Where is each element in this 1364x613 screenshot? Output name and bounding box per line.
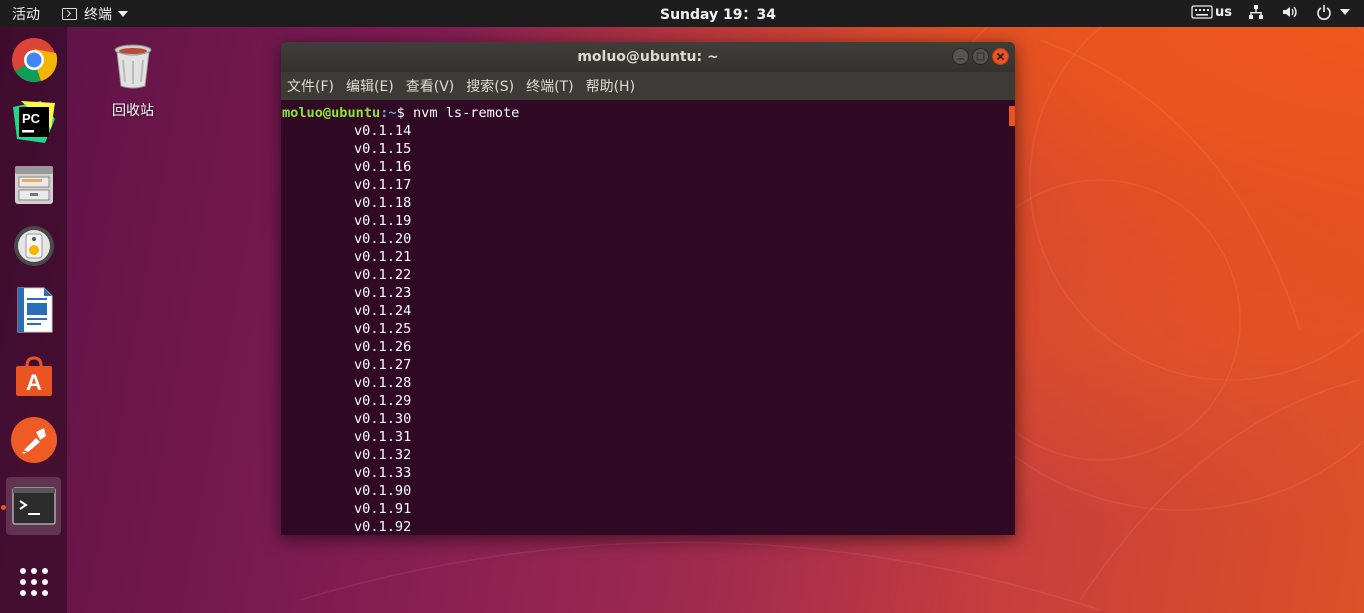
menu-file[interactable]: 文件(F): [287, 76, 340, 96]
file-cabinet-icon: [14, 166, 53, 204]
clock[interactable]: Sunday 19：34: [660, 4, 776, 24]
output-line: v0.1.30: [354, 411, 412, 427]
menu-edit[interactable]: 编辑(E): [346, 76, 400, 96]
speaker-icon: [13, 226, 54, 266]
window-title: moluo@ubuntu: ~: [577, 49, 719, 65]
running-indicator: [1, 505, 6, 510]
output-line: v0.1.25: [354, 321, 412, 337]
terminal-icon: [62, 8, 77, 20]
output-line: v0.1.17: [354, 177, 412, 193]
prompt-user-host: moluo@ubuntu: [282, 105, 381, 121]
app-menu[interactable]: 终端: [62, 4, 128, 24]
caret-down-icon[interactable]: [1340, 9, 1350, 15]
output-line: v0.1.27: [354, 357, 412, 373]
output-line: v0.1.14: [354, 123, 412, 139]
caret-down-icon: [118, 11, 128, 17]
menu-search[interactable]: 搜索(S): [466, 76, 520, 96]
chrome-icon: [11, 38, 57, 83]
dock-item-postman[interactable]: [6, 411, 61, 469]
keyboard-layout-indicator[interactable]: us: [1191, 5, 1232, 20]
keyboard-icon: [1191, 5, 1213, 19]
menu-view[interactable]: 查看(V): [406, 76, 461, 96]
shopping-bag-icon: A: [15, 356, 52, 396]
terminal-window: moluo@ubuntu: ~ 文件(F) 编辑(E) 查看(V) 搜索(S) …: [281, 42, 1015, 535]
output-line: v0.1.28: [354, 375, 412, 391]
dock-item-chrome[interactable]: [6, 31, 61, 89]
network-icon[interactable]: [1246, 3, 1266, 21]
prompt-path: :~: [380, 105, 397, 121]
trash-label: 回收站: [112, 103, 154, 119]
maximize-button[interactable]: [972, 48, 989, 65]
output-line: v0.1.19: [354, 213, 412, 229]
output-line: v0.1.15: [354, 141, 412, 157]
output-line: v0.1.31: [354, 429, 412, 445]
svg-text:A: A: [26, 370, 42, 395]
app-menu-label: 终端: [84, 7, 112, 23]
keyboard-layout-label: us: [1215, 4, 1232, 20]
postman-icon: [10, 417, 57, 463]
system-tray: us: [1191, 3, 1350, 21]
output-line: v0.1.92: [354, 519, 412, 535]
window-menubar: 文件(F) 编辑(E) 查看(V) 搜索(S) 终端(T) 帮助(H): [281, 72, 1015, 100]
dock-item-ubuntu-software[interactable]: A: [6, 347, 61, 405]
top-bar: 活动 终端 Sunday 19：34 us: [0, 0, 1364, 27]
output-line: v0.1.33: [354, 465, 412, 481]
close-icon: [996, 52, 1005, 61]
output-line: v0.1.32: [354, 447, 412, 463]
output-line: v0.1.22: [354, 267, 412, 283]
close-button[interactable]: [992, 48, 1009, 65]
power-icon[interactable]: [1314, 3, 1334, 21]
dock: PC A: [0, 27, 67, 613]
terminal-output[interactable]: moluo@ubuntu:~$ nvm ls-remote v0.1.14 v0…: [281, 100, 1015, 535]
menu-terminal[interactable]: 终端(T): [526, 76, 579, 96]
volume-icon[interactable]: [1280, 3, 1300, 21]
dock-item-terminal[interactable]: [6, 477, 61, 535]
output-line: v0.1.90: [354, 483, 412, 499]
pycharm-icon: PC: [12, 101, 55, 143]
app-grid-icon: [19, 568, 48, 596]
minimize-button[interactable]: [952, 48, 969, 65]
command-text: nvm ls-remote: [412, 105, 520, 121]
maximize-icon: [976, 52, 985, 61]
window-titlebar[interactable]: moluo@ubuntu: ~: [281, 42, 1015, 72]
activities-button[interactable]: 活动: [12, 4, 40, 24]
minimize-icon: [957, 58, 964, 60]
output-line: v0.1.18: [354, 195, 412, 211]
dock-item-rhythmbox[interactable]: [6, 217, 61, 275]
svg-text:PC: PC: [22, 111, 41, 126]
output-line: v0.1.23: [354, 285, 412, 301]
terminal-icon: [11, 487, 56, 525]
output-line: v0.1.91: [354, 501, 412, 517]
dock-item-pycharm[interactable]: PC: [6, 93, 61, 151]
scrollbar-thumb[interactable]: [1009, 106, 1015, 126]
dock-item-files[interactable]: [6, 155, 61, 213]
output-line: v0.1.24: [354, 303, 412, 319]
writer-document-icon: [17, 287, 52, 333]
output-line: v0.1.29: [354, 393, 412, 409]
output-line: v0.1.26: [354, 339, 412, 355]
menu-help[interactable]: 帮助(H): [586, 76, 641, 96]
prompt-symbol: $: [396, 105, 413, 121]
dock-item-libreoffice-writer[interactable]: [6, 281, 61, 339]
show-applications-button[interactable]: [6, 553, 61, 611]
prompt-line: moluo@ubuntu:~$ nvm ls-remote: [282, 104, 1015, 122]
desktop-trash[interactable]: 回收站: [100, 42, 166, 120]
trash-icon: [114, 44, 152, 89]
output-line: v0.1.20: [354, 231, 412, 247]
window-controls: [952, 48, 1009, 65]
output-line: v0.1.21: [354, 249, 412, 265]
output-line: v0.1.16: [354, 159, 412, 175]
